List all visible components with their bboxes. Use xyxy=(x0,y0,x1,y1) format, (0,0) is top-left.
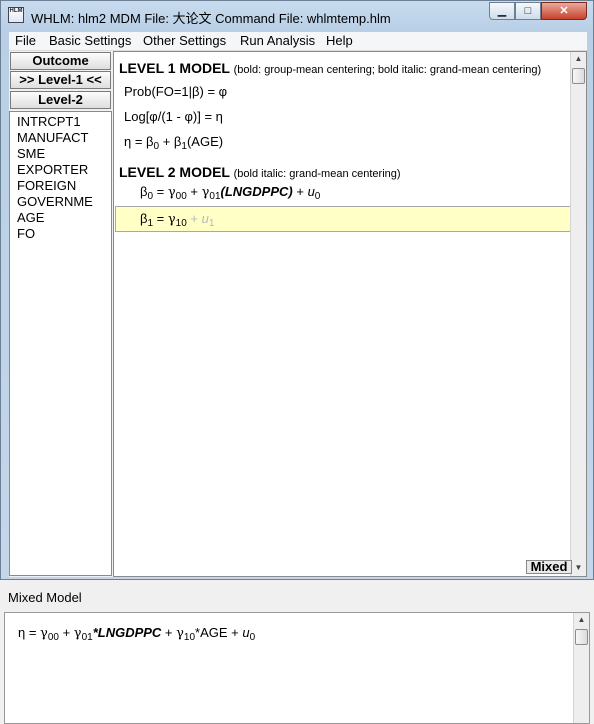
gamma-symbol: γ xyxy=(167,185,176,200)
u1-term-disabled[interactable]: u xyxy=(202,211,209,226)
level1-title: LEVEL 1 MODEL xyxy=(119,60,230,76)
equals: = xyxy=(153,184,168,199)
level1-button[interactable]: >> Level-1 << xyxy=(10,71,111,89)
list-item[interactable]: FO xyxy=(17,226,35,241)
subscript: 01 xyxy=(81,632,93,643)
subscript: 0 xyxy=(249,632,256,643)
u-symbol: u xyxy=(307,184,315,199)
variable-list: INTRCPT1 MANUFACT SME EXPORTER FOREIGN G… xyxy=(9,111,112,576)
subscript: 10 xyxy=(183,632,196,643)
plus: + xyxy=(58,625,74,640)
level1-logit-equation[interactable]: Log[φ/(1 - φ)] = η xyxy=(124,109,223,124)
model-panel: LEVEL 1 MODEL (bold: group-mean centerin… xyxy=(113,51,587,577)
maximize-button[interactable]: □ xyxy=(515,2,541,20)
list-item[interactable]: SME xyxy=(17,146,45,161)
menu-other-settings[interactable]: Other Settings xyxy=(143,33,226,48)
menu-bar: File Basic Settings Other Settings Run A… xyxy=(9,32,587,51)
lngdppc-term: *LNGDPPC xyxy=(92,625,162,640)
menu-help[interactable]: Help xyxy=(326,33,353,48)
mixed-model-window: Mixed Model η = γ00 + γ01*LNGDPPC + γ10*… xyxy=(0,582,594,724)
subscript: 1 xyxy=(208,218,215,229)
mixed-button[interactable]: Mixed xyxy=(526,560,572,574)
level1-eta-equation[interactable]: η = β0 + β1(AGE) xyxy=(124,134,223,152)
level1-header: LEVEL 1 MODEL (bold: group-mean centerin… xyxy=(119,60,541,76)
list-item[interactable]: INTRCPT1 xyxy=(17,114,81,129)
subscript: 00 xyxy=(47,632,59,643)
minimize-button[interactable]: ▁ xyxy=(489,2,515,20)
scroll-down-icon[interactable]: ▼ xyxy=(573,563,584,573)
scroll-thumb[interactable] xyxy=(572,68,585,84)
equals: = xyxy=(153,211,168,226)
gamma-symbol: γ xyxy=(167,212,176,227)
subscript: 10 xyxy=(175,218,187,229)
title-bar[interactable]: HLM WHLM: hlm2 MDM File: 大论文 Command Fil… xyxy=(1,1,593,31)
app-icon: HLM xyxy=(8,7,24,23)
gamma-symbol: γ xyxy=(73,626,82,641)
plus: + xyxy=(292,184,308,199)
menu-run-analysis[interactable]: Run Analysis xyxy=(240,33,315,48)
outcome-button[interactable]: Outcome xyxy=(10,52,111,70)
mixed-model-title: Mixed Model xyxy=(8,590,82,605)
scroll-up-icon[interactable]: ▲ xyxy=(573,54,584,64)
client-area: Outcome >> Level-1 << Level-2 INTRCPT1 M… xyxy=(9,51,587,577)
list-item[interactable]: FOREIGN xyxy=(17,178,76,193)
list-item[interactable]: MANUFACT xyxy=(17,130,89,145)
plus: + xyxy=(161,625,177,640)
mixed-model-box: η = γ00 + γ01*LNGDPPC + γ10*AGE + u0 ▲ xyxy=(4,612,590,724)
level1-prob-equation[interactable]: Prob(FO=1|β) = φ xyxy=(124,84,227,99)
level2-beta0-equation[interactable]: β0 = γ00 + γ01(LNGDPPC) + u0 xyxy=(140,184,320,202)
model-scrollbar[interactable]: ▲ ▼ xyxy=(570,52,586,576)
age-term: *AGE xyxy=(195,625,228,640)
window-title: WHLM: hlm2 MDM File: 大论文 Command File: w… xyxy=(31,11,391,26)
subscript: 00 xyxy=(175,191,187,202)
gamma-symbol: γ xyxy=(40,626,48,641)
list-item[interactable]: EXPORTER xyxy=(17,162,88,177)
level2-beta1-equation[interactable]: β1 = γ10 + u1 xyxy=(140,211,214,229)
u-symbol: u xyxy=(242,625,250,640)
level2-header: LEVEL 2 MODEL (bold italic: grand-mean c… xyxy=(119,164,401,180)
subscript: 01 xyxy=(209,191,221,202)
mixed-scrollbar[interactable]: ▲ xyxy=(573,613,589,723)
menu-file[interactable]: File xyxy=(15,33,36,48)
main-window: HLM WHLM: hlm2 MDM File: 大论文 Command Fil… xyxy=(0,0,594,580)
level2-title: LEVEL 2 MODEL xyxy=(119,164,230,180)
left-panel: Outcome >> Level-1 << Level-2 INTRCPT1 M… xyxy=(9,51,112,577)
menu-basic-settings[interactable]: Basic Settings xyxy=(49,33,131,48)
level1-note: (bold: group-mean centering; bold italic… xyxy=(233,64,542,76)
lngdppc-term: (LNGDPPC) xyxy=(220,184,293,199)
plus: + xyxy=(186,184,202,199)
plus: + xyxy=(227,625,243,640)
level2-note: (bold italic: grand-mean centering) xyxy=(233,168,401,180)
scroll-thumb[interactable] xyxy=(575,629,588,645)
list-item[interactable]: GOVERNME xyxy=(17,194,93,209)
level1-age-term: (AGE) xyxy=(186,134,224,149)
mixed-model-equation[interactable]: η = γ00 + γ01*LNGDPPC + γ10*AGE + u0 xyxy=(18,625,255,643)
level1-plus-beta1: + β xyxy=(159,134,182,149)
gamma-symbol: γ xyxy=(176,626,184,641)
level2-button[interactable]: Level-2 xyxy=(10,91,111,109)
close-button[interactable]: ✕ xyxy=(541,2,587,20)
plus: + xyxy=(186,211,202,226)
list-item[interactable]: AGE xyxy=(17,210,44,225)
scroll-up-icon[interactable]: ▲ xyxy=(576,615,587,625)
eta-equals: η = xyxy=(18,625,41,640)
subscript: 0 xyxy=(314,191,321,202)
level1-eta-beta0: η = β xyxy=(124,134,154,149)
